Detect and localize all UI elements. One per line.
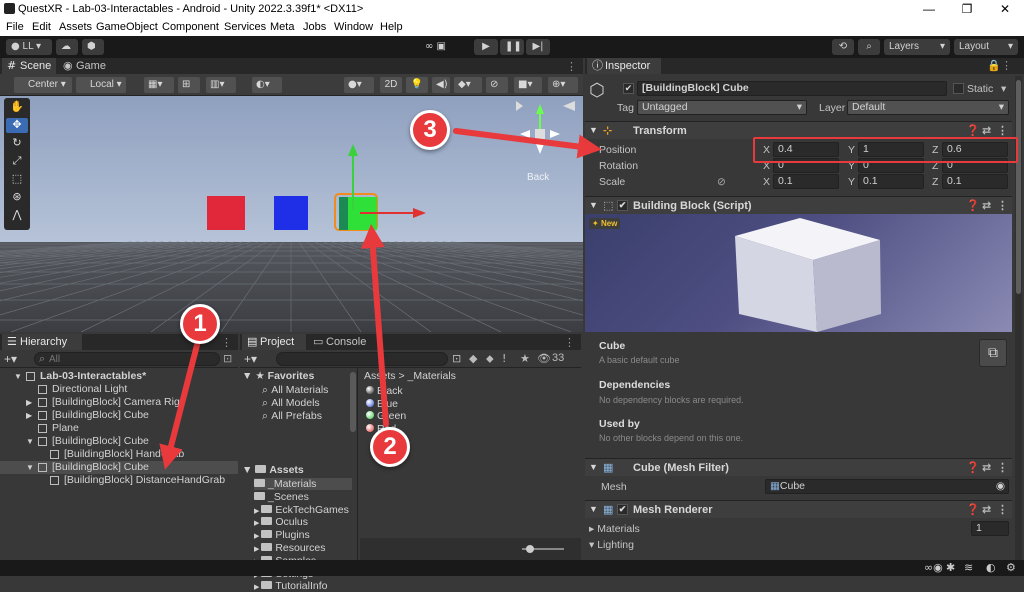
annotation-arrows <box>159 128 602 470</box>
arrow-1 <box>159 342 200 470</box>
annotation-badge-2: 2 <box>370 427 410 467</box>
arrow-3 <box>453 128 602 159</box>
expand-arrow-icon[interactable]: ▶ <box>254 584 261 591</box>
asset-folder-label: TutorialInfo <box>275 580 328 592</box>
folder-icon <box>261 581 273 590</box>
annotation-badge-3: 3 <box>410 110 450 150</box>
annotation-badge-1: 1 <box>180 304 220 344</box>
asset-folder-item[interactable]: ▶ TutorialInfo <box>254 580 327 592</box>
arrow-2 <box>360 224 389 427</box>
